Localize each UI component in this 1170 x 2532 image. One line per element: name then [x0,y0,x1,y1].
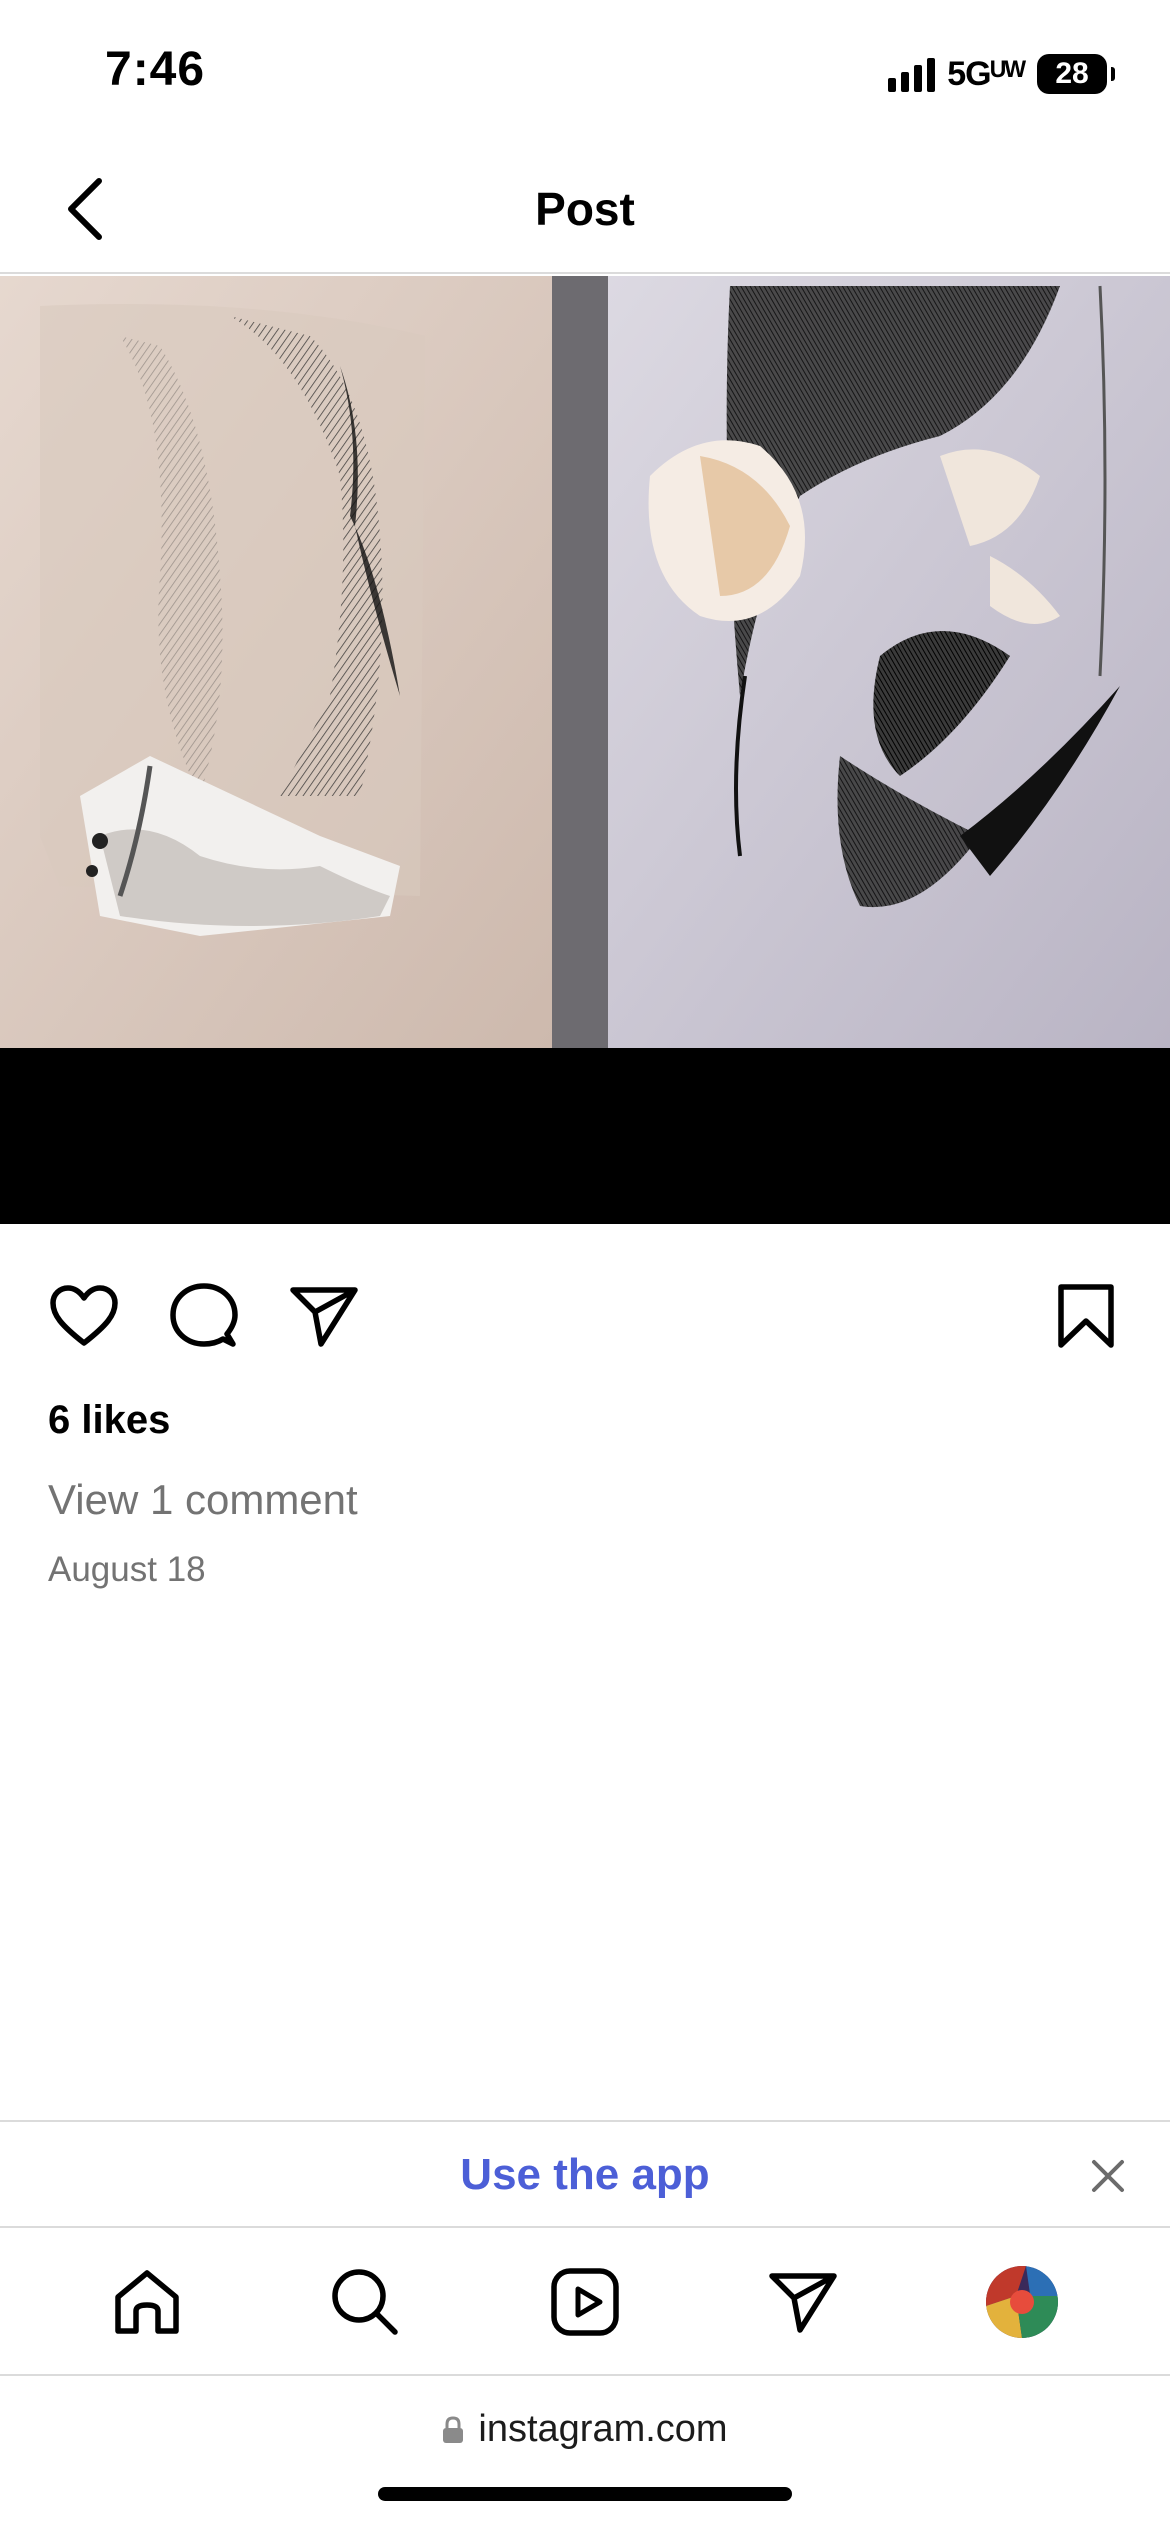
save-button[interactable] [1048,1280,1124,1352]
battery-tip [1111,67,1115,81]
nav-direct[interactable] [763,2262,843,2342]
likes-count[interactable]: 6 likes [48,1398,170,1443]
comment-button[interactable] [166,1280,242,1352]
status-indicators: 5Gᵁᵂ 28 [888,50,1115,98]
post-photo [0,276,1170,1048]
browser-url-bar[interactable]: instagram.com [0,2378,1170,2532]
nav-reels[interactable] [545,2262,625,2342]
profile-avatar [986,2266,1058,2338]
status-bar: 7:46 5Gᵁᵂ 28 [0,0,1170,140]
reels-icon [551,2268,619,2336]
direct-icon [769,2273,837,2333]
url-content: instagram.com [0,2408,1170,2451]
lock-icon [443,2415,464,2443]
bottom-navigation [0,2228,1170,2376]
post-date: August 18 [48,1550,206,1589]
paper-plane-icon [290,1287,358,1347]
comment-icon [170,1283,238,1347]
network-type: 5Gᵁᵂ [947,54,1026,93]
url-text: instagram.com [478,2408,728,2450]
home-indicator[interactable] [378,2487,792,2501]
view-comments-link[interactable]: View 1 comment [48,1476,358,1524]
page-title: Post [535,183,635,235]
signal-strength-icon [888,56,936,92]
nav-home[interactable] [107,2262,187,2342]
search-icon [332,2269,398,2335]
heart-icon [50,1285,118,1346]
battery-level: 28 [1055,57,1089,90]
post-media[interactable] [0,276,1170,1224]
use-app-banner: Use the app [0,2120,1170,2228]
nav-profile[interactable] [982,2262,1062,2342]
post-header: Post [0,140,1170,274]
like-button[interactable] [46,1280,122,1352]
home-icon [115,2270,179,2334]
banner-close-button[interactable] [1080,2148,1136,2204]
nav-search[interactable] [325,2262,405,2342]
bookmark-icon [1058,1284,1114,1348]
status-time: 7:46 [105,43,206,96]
share-button[interactable] [286,1280,362,1352]
close-icon [1092,2160,1124,2192]
use-app-link[interactable]: Use the app [0,2150,1170,2200]
battery-icon: 28 [1037,54,1107,94]
post-actions [0,1270,1170,1360]
